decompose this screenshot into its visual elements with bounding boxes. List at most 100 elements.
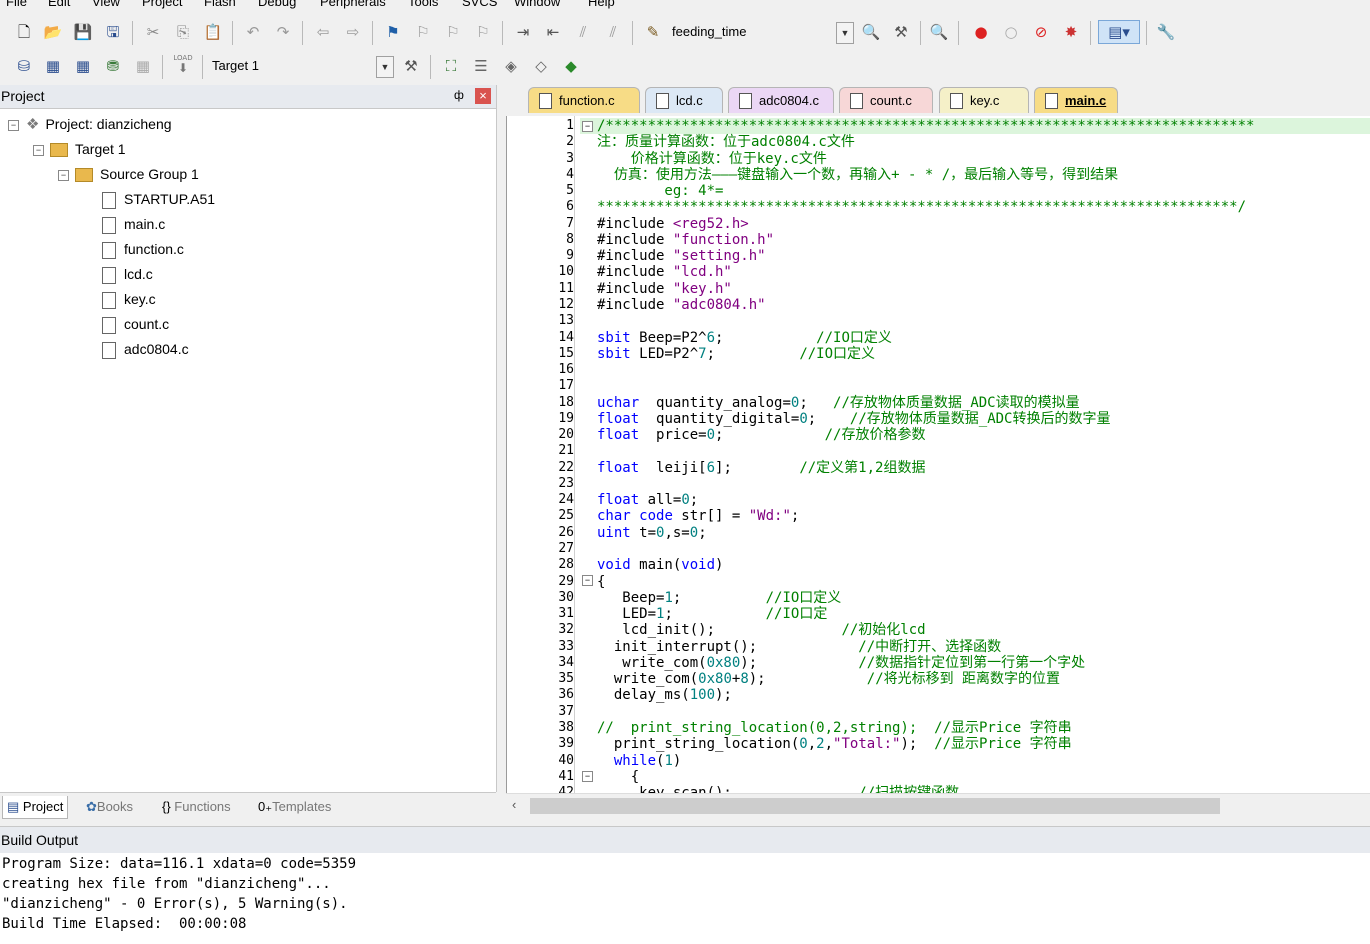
tab-adc0804-c[interactable]: adc0804.c bbox=[728, 87, 834, 113]
code-line: while(1) bbox=[613, 752, 682, 769]
open-icon[interactable]: 📂 bbox=[42, 21, 64, 43]
menu-edit[interactable]: Edit bbox=[48, 0, 70, 9]
find-icon[interactable]: 🔍 bbox=[860, 21, 882, 43]
copy-icon[interactable]: ⎘ bbox=[172, 21, 194, 43]
menu-file[interactable]: File bbox=[6, 0, 27, 9]
line-number: 27 bbox=[558, 541, 574, 557]
tab-functions[interactable]: {} Functions bbox=[158, 796, 235, 818]
scroll-left-icon[interactable]: ‹ bbox=[512, 797, 516, 812]
wrench-icon[interactable]: 🔧 bbox=[1155, 21, 1177, 43]
load-icon[interactable]: LOAD ⬇ bbox=[172, 53, 194, 75]
menu-svcs[interactable]: SVCS bbox=[462, 0, 497, 9]
code-line: // print_string_location(0,2,string); //… bbox=[597, 719, 1072, 736]
scrollbar-thumb[interactable] bbox=[530, 798, 1220, 814]
menu-tools[interactable]: Tools bbox=[408, 0, 438, 9]
fold-icon[interactable]: − bbox=[582, 121, 593, 132]
translate-icon[interactable]: ⛁ bbox=[13, 55, 35, 77]
build-line: creating hex file from "dianzicheng"... bbox=[2, 876, 331, 892]
save-all-icon[interactable]: 🖫 bbox=[102, 21, 124, 43]
menu-project[interactable]: Project bbox=[142, 0, 182, 9]
pack-installer-icon[interactable]: ◆ bbox=[560, 55, 582, 77]
cut-icon[interactable]: ✂ bbox=[142, 21, 164, 43]
fold-icon[interactable]: − bbox=[582, 575, 593, 586]
paste-icon[interactable]: 📋 bbox=[202, 21, 224, 43]
code-line: float quantity_digital=0; //存放物体质量数据_ADC… bbox=[597, 410, 1111, 427]
back-icon[interactable]: ⇦ bbox=[312, 21, 334, 43]
window-layout-icon[interactable]: ▤▾ bbox=[1098, 20, 1140, 44]
tree-file[interactable]: main.c bbox=[102, 212, 165, 236]
tab-key-c[interactable]: key.c bbox=[939, 87, 1029, 113]
indent-icon[interactable]: ⇥ bbox=[512, 21, 534, 43]
menu-window[interactable]: Window bbox=[514, 0, 560, 9]
file-icon bbox=[739, 93, 752, 109]
uncomment-icon[interactable]: ⫽ bbox=[602, 21, 624, 43]
tree-file[interactable]: key.c bbox=[102, 287, 156, 311]
select-packs-icon[interactable]: ◇ bbox=[530, 55, 552, 77]
tab-function-c[interactable]: function.c bbox=[528, 87, 640, 113]
code-line: 注：质量计算函数：位于adc0804.c文件 bbox=[597, 134, 855, 151]
redo-icon[interactable]: ↷ bbox=[272, 21, 294, 43]
build-icon[interactable]: ▦ bbox=[42, 55, 64, 77]
breakpoint-clear-icon[interactable]: ⊘ bbox=[1030, 21, 1052, 43]
tree-file[interactable]: STARTUP.A51 bbox=[102, 187, 215, 211]
bookmark-icon[interactable]: ⚑ bbox=[382, 21, 404, 43]
tab-main-c[interactable]: main.c bbox=[1034, 87, 1118, 113]
target-select[interactable]: Target 1 ▼ bbox=[208, 56, 394, 78]
save-icon[interactable]: 💾 bbox=[72, 21, 94, 43]
close-icon[interactable]: × bbox=[475, 88, 491, 104]
batch-build-icon[interactable]: ⛃ bbox=[102, 55, 124, 77]
tree-file[interactable]: count.c bbox=[102, 312, 169, 336]
find-in-files-icon[interactable]: ✎ bbox=[642, 21, 664, 43]
debug-icon[interactable]: 🔍 bbox=[928, 21, 950, 43]
chevron-down-icon[interactable]: ▼ bbox=[836, 22, 854, 44]
rebuild-icon[interactable]: ▦ bbox=[72, 55, 94, 77]
breakpoint-icon[interactable]: ● bbox=[970, 21, 992, 43]
comment-icon[interactable]: ⫽ bbox=[572, 21, 594, 43]
line-number: 12 bbox=[558, 296, 574, 312]
bookmark-next-icon[interactable]: ⚐ bbox=[442, 21, 464, 43]
tree-file[interactable]: lcd.c bbox=[102, 262, 153, 286]
undo-icon[interactable]: ↶ bbox=[242, 21, 264, 43]
find-combo[interactable]: feeding_time ▼ bbox=[668, 22, 854, 44]
tree-target[interactable]: Target 1 bbox=[50, 137, 126, 161]
collapse-icon[interactable]: − bbox=[8, 120, 19, 131]
tree-project-root[interactable]: ❖ Project: dianzicheng bbox=[26, 112, 172, 136]
target-options-icon[interactable]: ⚒ bbox=[400, 55, 422, 77]
tree-file[interactable]: function.c bbox=[102, 237, 184, 261]
forward-icon[interactable]: ⇨ bbox=[342, 21, 364, 43]
tree-source-group[interactable]: Source Group 1 bbox=[75, 162, 199, 186]
breakpoint-kill-icon[interactable]: ✸ bbox=[1060, 21, 1082, 43]
new-file-icon[interactable]: 🗋 bbox=[13, 21, 35, 43]
stop-build-icon[interactable]: ▦ bbox=[132, 55, 154, 77]
tab-label: adc0804.c bbox=[759, 93, 819, 108]
code-line: init_interrupt(); //中断打开、选择函数 bbox=[597, 638, 1002, 655]
collapse-icon[interactable]: − bbox=[58, 170, 69, 181]
manage-components-icon[interactable]: ⛶ bbox=[440, 55, 462, 77]
collapse-icon[interactable]: − bbox=[33, 145, 44, 156]
fold-icon[interactable]: − bbox=[582, 771, 593, 782]
horizontal-scrollbar[interactable]: ‹ bbox=[506, 793, 1370, 818]
tree-file[interactable]: adc0804.c bbox=[102, 337, 189, 361]
breakpoint-disable-icon[interactable]: ○ bbox=[1000, 21, 1022, 43]
file-extensions-icon[interactable]: ☰ bbox=[470, 55, 492, 77]
tab-lcd-c[interactable]: lcd.c bbox=[645, 87, 723, 113]
menu-flash[interactable]: Flash bbox=[204, 0, 236, 9]
menu-peripherals[interactable]: Peripherals bbox=[320, 0, 386, 9]
file-icon bbox=[539, 93, 552, 109]
menu-view[interactable]: View bbox=[92, 0, 120, 9]
pin-icon[interactable]: ф bbox=[454, 88, 464, 102]
tab-templates[interactable]: 0₊Templates bbox=[254, 796, 335, 818]
bookmark-prev-icon[interactable]: ⚐ bbox=[412, 21, 434, 43]
outdent-icon[interactable]: ⇤ bbox=[542, 21, 564, 43]
tab-count-c[interactable]: count.c bbox=[839, 87, 933, 113]
run-time-env-icon[interactable]: ◈ bbox=[500, 55, 522, 77]
bookmark-clear-icon[interactable]: ⚐ bbox=[472, 21, 494, 43]
menu-debug[interactable]: Debug bbox=[258, 0, 296, 9]
file-icon bbox=[102, 341, 116, 359]
tab-project[interactable]: ▤ Project bbox=[2, 796, 69, 819]
chevron-down-icon[interactable]: ▼ bbox=[376, 56, 394, 78]
tab-label: Project bbox=[22, 799, 64, 814]
tab-books[interactable]: ✿Books bbox=[82, 796, 137, 818]
incremental-find-icon[interactable]: ⚒ bbox=[890, 21, 912, 43]
menu-help[interactable]: Help bbox=[588, 0, 615, 9]
